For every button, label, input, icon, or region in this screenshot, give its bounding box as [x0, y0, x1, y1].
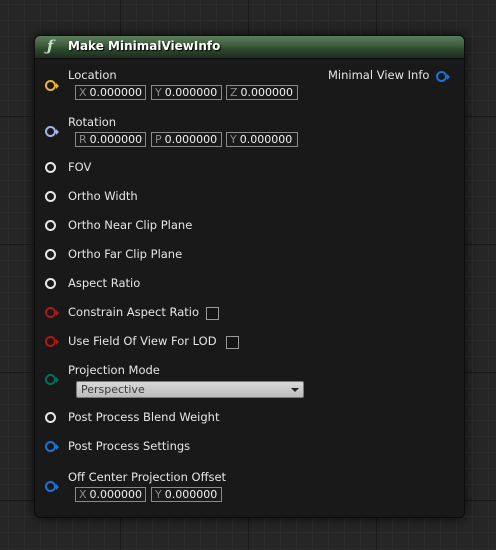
- rotation-r-field[interactable]: R 0.000000: [75, 132, 146, 147]
- rotation-pin-arrow-icon: [56, 129, 59, 135]
- output-pin-arrow-icon: [447, 74, 450, 80]
- use-fov-pin-arrow-icon: [56, 339, 59, 345]
- ortho-width-pin[interactable]: [45, 191, 56, 202]
- rotation-r-value: 0.000000: [89, 133, 143, 146]
- off-center-pin-arrow-icon: [56, 484, 59, 490]
- node-header[interactable]: ƒ Make MinimalViewInfo: [35, 36, 464, 59]
- rotation-y-value: 0.000000: [239, 133, 293, 146]
- location-z-field[interactable]: Z 0.000000: [226, 85, 298, 100]
- constrain-aspect-ratio-pin[interactable]: [45, 307, 56, 318]
- aspect-ratio-pin[interactable]: [45, 278, 56, 289]
- post-process-settings-pin[interactable]: [45, 441, 56, 452]
- minimal-view-info-output-label: Minimal View Info: [328, 68, 430, 82]
- rotation-label: Rotation: [68, 115, 117, 129]
- off-center-y-axis-label: Y: [155, 488, 162, 501]
- off-center-y-value: 0.000000: [164, 488, 218, 501]
- off-center-x-axis-label: X: [79, 488, 87, 501]
- off-center-x-value: 0.000000: [89, 488, 143, 501]
- constrain-pin-arrow-icon: [56, 310, 59, 316]
- chevron-down-icon: [291, 388, 299, 392]
- off-center-x-field[interactable]: X 0.000000: [75, 487, 146, 502]
- post-process-blend-weight-pin[interactable]: [45, 412, 56, 423]
- minimal-view-info-output-pin[interactable]: [436, 71, 447, 82]
- make-minimal-view-info-node[interactable]: ƒ Make MinimalViewInfo Location X 0.00000…: [34, 35, 465, 518]
- node-title: Make MinimalViewInfo: [68, 39, 221, 53]
- location-z-axis-label: Z: [230, 86, 238, 99]
- location-y-field[interactable]: Y 0.000000: [151, 85, 222, 100]
- location-y-axis-label: Y: [155, 86, 162, 99]
- post-process-settings-label: Post Process Settings: [68, 439, 191, 453]
- projection-mode-selected: Perspective: [81, 383, 145, 396]
- ortho-near-clip-plane-pin[interactable]: [45, 220, 56, 231]
- location-z-value: 0.000000: [240, 86, 294, 99]
- projection-mode-dropdown[interactable]: Perspective: [76, 381, 304, 398]
- location-y-value: 0.000000: [164, 86, 218, 99]
- rotation-p-field[interactable]: P 0.000000: [151, 132, 222, 147]
- off-center-y-field[interactable]: Y 0.000000: [151, 487, 222, 502]
- aspect-ratio-label: Aspect Ratio: [68, 276, 141, 290]
- rotation-r-axis-label: R: [79, 133, 87, 146]
- post-process-pin-arrow-icon: [56, 444, 59, 450]
- rotation-y-field[interactable]: Y 0.000000: [226, 132, 298, 147]
- post-process-blend-weight-label: Post Process Blend Weight: [68, 410, 220, 424]
- location-x-axis-label: X: [79, 86, 87, 99]
- location-pin[interactable]: [45, 80, 56, 91]
- constrain-aspect-ratio-label: Constrain Aspect Ratio: [68, 305, 200, 319]
- ortho-far-clip-plane-label: Ortho Far Clip Plane: [68, 247, 183, 261]
- rotation-p-axis-label: P: [155, 133, 162, 146]
- use-fov-for-lod-checkbox[interactable]: [226, 336, 239, 349]
- projection-mode-pin[interactable]: [45, 374, 56, 385]
- fov-label: FOV: [68, 160, 92, 174]
- off-center-projection-offset-pin[interactable]: [45, 481, 56, 492]
- function-icon: ƒ: [47, 37, 54, 55]
- rotation-pin[interactable]: [45, 126, 56, 137]
- ortho-far-clip-plane-pin[interactable]: [45, 249, 56, 260]
- location-x-field[interactable]: X 0.000000: [75, 85, 146, 100]
- fov-pin[interactable]: [45, 162, 56, 173]
- use-fov-for-lod-pin[interactable]: [45, 336, 56, 347]
- projection-pin-arrow-icon: [56, 377, 59, 383]
- location-x-value: 0.000000: [89, 86, 143, 99]
- location-pin-arrow-icon: [56, 83, 59, 89]
- location-label: Location: [68, 68, 117, 82]
- ortho-width-label: Ortho Width: [68, 189, 138, 203]
- projection-mode-label: Projection Mode: [68, 363, 160, 377]
- off-center-projection-offset-label: Off Center Projection Offset: [68, 470, 227, 484]
- ortho-near-clip-plane-label: Ortho Near Clip Plane: [68, 218, 193, 232]
- use-fov-for-lod-label: Use Field Of View For LOD: [68, 334, 217, 348]
- rotation-y-axis-label: Y: [230, 133, 237, 146]
- constrain-aspect-ratio-checkbox[interactable]: [206, 307, 219, 320]
- rotation-p-value: 0.000000: [164, 133, 218, 146]
